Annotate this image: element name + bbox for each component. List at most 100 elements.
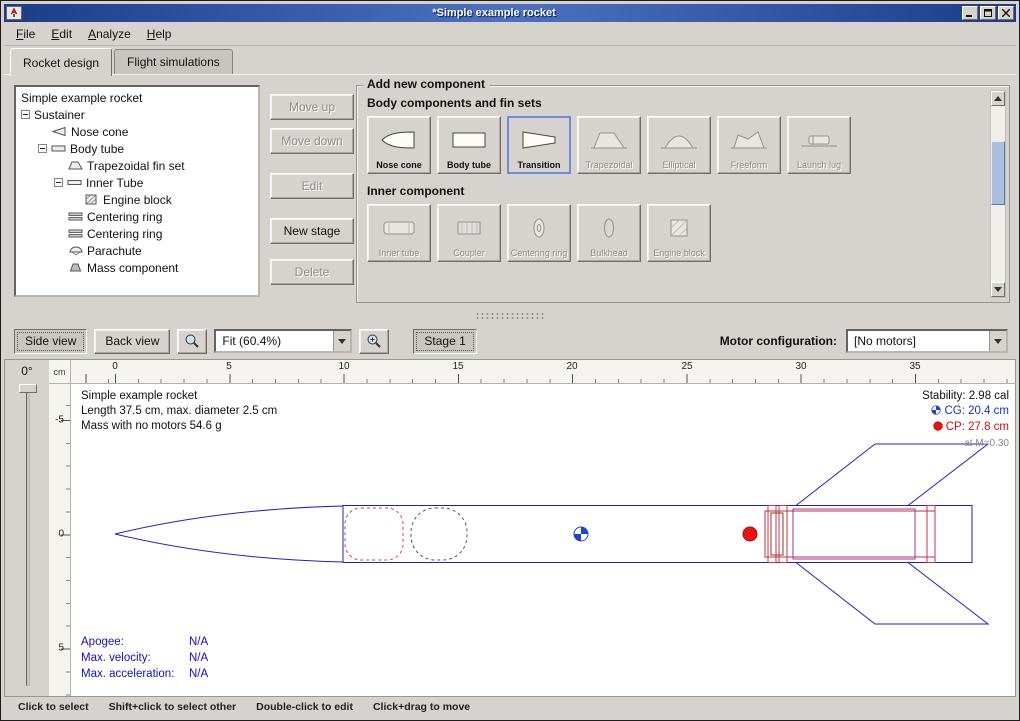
minimize-button[interactable] — [962, 6, 978, 20]
collapse-icon[interactable] — [38, 144, 47, 153]
edit-button[interactable]: Edit — [270, 173, 354, 199]
centering-ring-icon — [68, 211, 83, 222]
move-up-button[interactable]: Move up — [270, 94, 354, 120]
body-components-label: Body components and fin sets — [367, 96, 1009, 110]
app-window: *Simple example rocket File Edit Analyze… — [0, 0, 1020, 721]
zoom-out-button[interactable] — [177, 329, 207, 354]
add-transition-button[interactable]: Transition — [507, 116, 571, 174]
menu-help[interactable]: Help — [139, 24, 180, 44]
hint-double-click: Double-click to edit — [256, 701, 353, 713]
titlebar[interactable]: *Simple example rocket — [4, 4, 1016, 22]
add-centering-ring-button[interactable]: Centering ring — [507, 204, 571, 262]
hint-shift-click: Shift+click to select other — [109, 701, 237, 713]
rotation-control: 0° — [5, 360, 49, 696]
coupler-icon — [449, 208, 489, 248]
add-freeform-fin-button[interactable]: Freeform — [717, 116, 781, 174]
maximize-button[interactable] — [980, 6, 996, 20]
component-tree[interactable]: Simple example rocket Sustainer Nose con… — [14, 85, 260, 297]
add-inner-tube-button[interactable]: Inner tube — [367, 204, 431, 262]
collapse-icon[interactable] — [54, 178, 63, 187]
add-elliptical-fin-button[interactable]: Elliptical — [647, 116, 711, 174]
parachute-icon — [68, 245, 83, 256]
mass-component-icon — [68, 262, 83, 273]
tree-item-mass-component[interactable]: Mass component — [16, 259, 258, 276]
inner-component-label: Inner component — [367, 184, 1009, 198]
cg-marker — [574, 527, 588, 541]
centering-ring-icon — [519, 208, 559, 248]
chevron-down-icon[interactable] — [333, 331, 350, 351]
cp-marker — [743, 527, 757, 541]
tree-item-rocket[interactable]: Simple example rocket — [16, 89, 258, 106]
menu-analyze[interactable]: Analyze — [80, 24, 139, 44]
inner-tube-icon — [379, 208, 419, 248]
zoom-select[interactable]: Fit (60.4%) — [214, 329, 352, 353]
fin-icon — [68, 160, 83, 171]
rocket-mass: Mass with no motors 54.6 g — [81, 419, 277, 434]
mach-note: at M=0.30 — [922, 436, 1009, 451]
tree-item-nose-cone[interactable]: Nose cone — [16, 123, 258, 140]
elliptical-fin-icon — [659, 120, 699, 160]
back-view-button[interactable]: Back view — [94, 329, 170, 354]
freeform-fin-icon — [729, 120, 769, 160]
tree-item-sustainer[interactable]: Sustainer — [16, 106, 258, 123]
zoom-in-button[interactable] — [359, 329, 389, 354]
scrollbar-thumb[interactable] — [991, 141, 1005, 205]
launch-lug-icon — [799, 120, 839, 160]
menu-edit[interactable]: Edit — [43, 24, 80, 44]
rotation-slider-thumb[interactable] — [19, 384, 37, 393]
tree-item-centering-ring-2[interactable]: Centering ring — [16, 225, 258, 242]
add-engine-block-button[interactable]: Engine block — [647, 204, 711, 262]
view-toolbar: Side view Back view Fit (60.4%) Stage 1 … — [4, 323, 1016, 359]
magnifier-icon — [366, 333, 382, 349]
engine-block-icon — [659, 208, 699, 248]
add-nose-cone-button[interactable]: Nose cone — [367, 116, 431, 174]
new-stage-button[interactable]: New stage — [270, 218, 354, 244]
tab-rocket-design[interactable]: Rocket design — [10, 48, 112, 76]
stage-1-toggle[interactable]: Stage 1 — [413, 329, 476, 354]
side-view-button[interactable]: Side view — [14, 329, 87, 354]
tree-item-centering-ring-1[interactable]: Centering ring — [16, 208, 258, 225]
nose-cone-icon — [379, 120, 419, 160]
tree-item-fin-set[interactable]: Trapezoidal fin set — [16, 157, 258, 174]
close-button[interactable] — [998, 6, 1014, 20]
cp-icon — [933, 421, 943, 436]
add-body-tube-button[interactable]: Body tube — [437, 116, 501, 174]
add-launch-lug-button[interactable]: Launch lug — [787, 116, 851, 174]
rocket-name: Simple example rocket — [81, 389, 277, 404]
nose-cone-icon — [52, 126, 67, 137]
group-title: Add new component — [363, 77, 489, 91]
tree-item-inner-tube[interactable]: Inner Tube — [16, 174, 258, 191]
body-tube-icon — [449, 120, 489, 160]
menu-file[interactable]: File — [8, 24, 43, 44]
component-panel-scrollbar[interactable] — [990, 90, 1006, 298]
rocket-info: Simple example rocket Length 37.5 cm, ma… — [81, 389, 277, 434]
delete-button[interactable]: Delete — [270, 259, 354, 285]
tree-item-engine-block[interactable]: Engine block — [16, 191, 258, 208]
add-bulkhead-button[interactable]: Bulkhead — [577, 204, 641, 262]
motor-config-label: Motor configuration: — [720, 334, 837, 348]
add-coupler-button[interactable]: Coupler — [437, 204, 501, 262]
chevron-down-icon[interactable] — [989, 331, 1006, 351]
body-components-row: Nose cone Body tube Transition Trapezoid… — [357, 116, 1009, 174]
scroll-down-icon[interactable] — [991, 282, 1005, 297]
tree-item-body-tube[interactable]: Body tube — [16, 140, 258, 157]
rotation-value: 0° — [5, 360, 49, 378]
ruler-unit-label: cm — [49, 360, 71, 384]
app-icon — [6, 6, 22, 20]
tab-flight-simulations[interactable]: Flight simulations — [114, 49, 233, 75]
cg-icon — [931, 405, 941, 420]
rocket-canvas[interactable]: Simple example rocket Length 37.5 cm, ma… — [71, 384, 1015, 696]
motor-config-select[interactable]: [No motors] — [846, 329, 1008, 353]
design-panel: Simple example rocket Sustainer Nose con… — [4, 75, 1016, 309]
bulkhead-icon — [589, 208, 629, 248]
vertical-ruler: -5 0 5 — [49, 384, 71, 696]
tree-item-parachute[interactable]: Parachute — [16, 242, 258, 259]
engine-block-icon — [84, 194, 99, 205]
move-down-button[interactable]: Move down — [270, 128, 354, 154]
panel-splitter[interactable] — [4, 309, 1016, 323]
collapse-icon[interactable] — [21, 110, 30, 119]
scroll-up-icon[interactable] — [991, 91, 1005, 106]
add-trapezoidal-fin-button[interactable]: Trapezoidal — [577, 116, 641, 174]
magnifier-icon — [184, 333, 200, 349]
rotation-slider-track[interactable] — [26, 386, 30, 686]
